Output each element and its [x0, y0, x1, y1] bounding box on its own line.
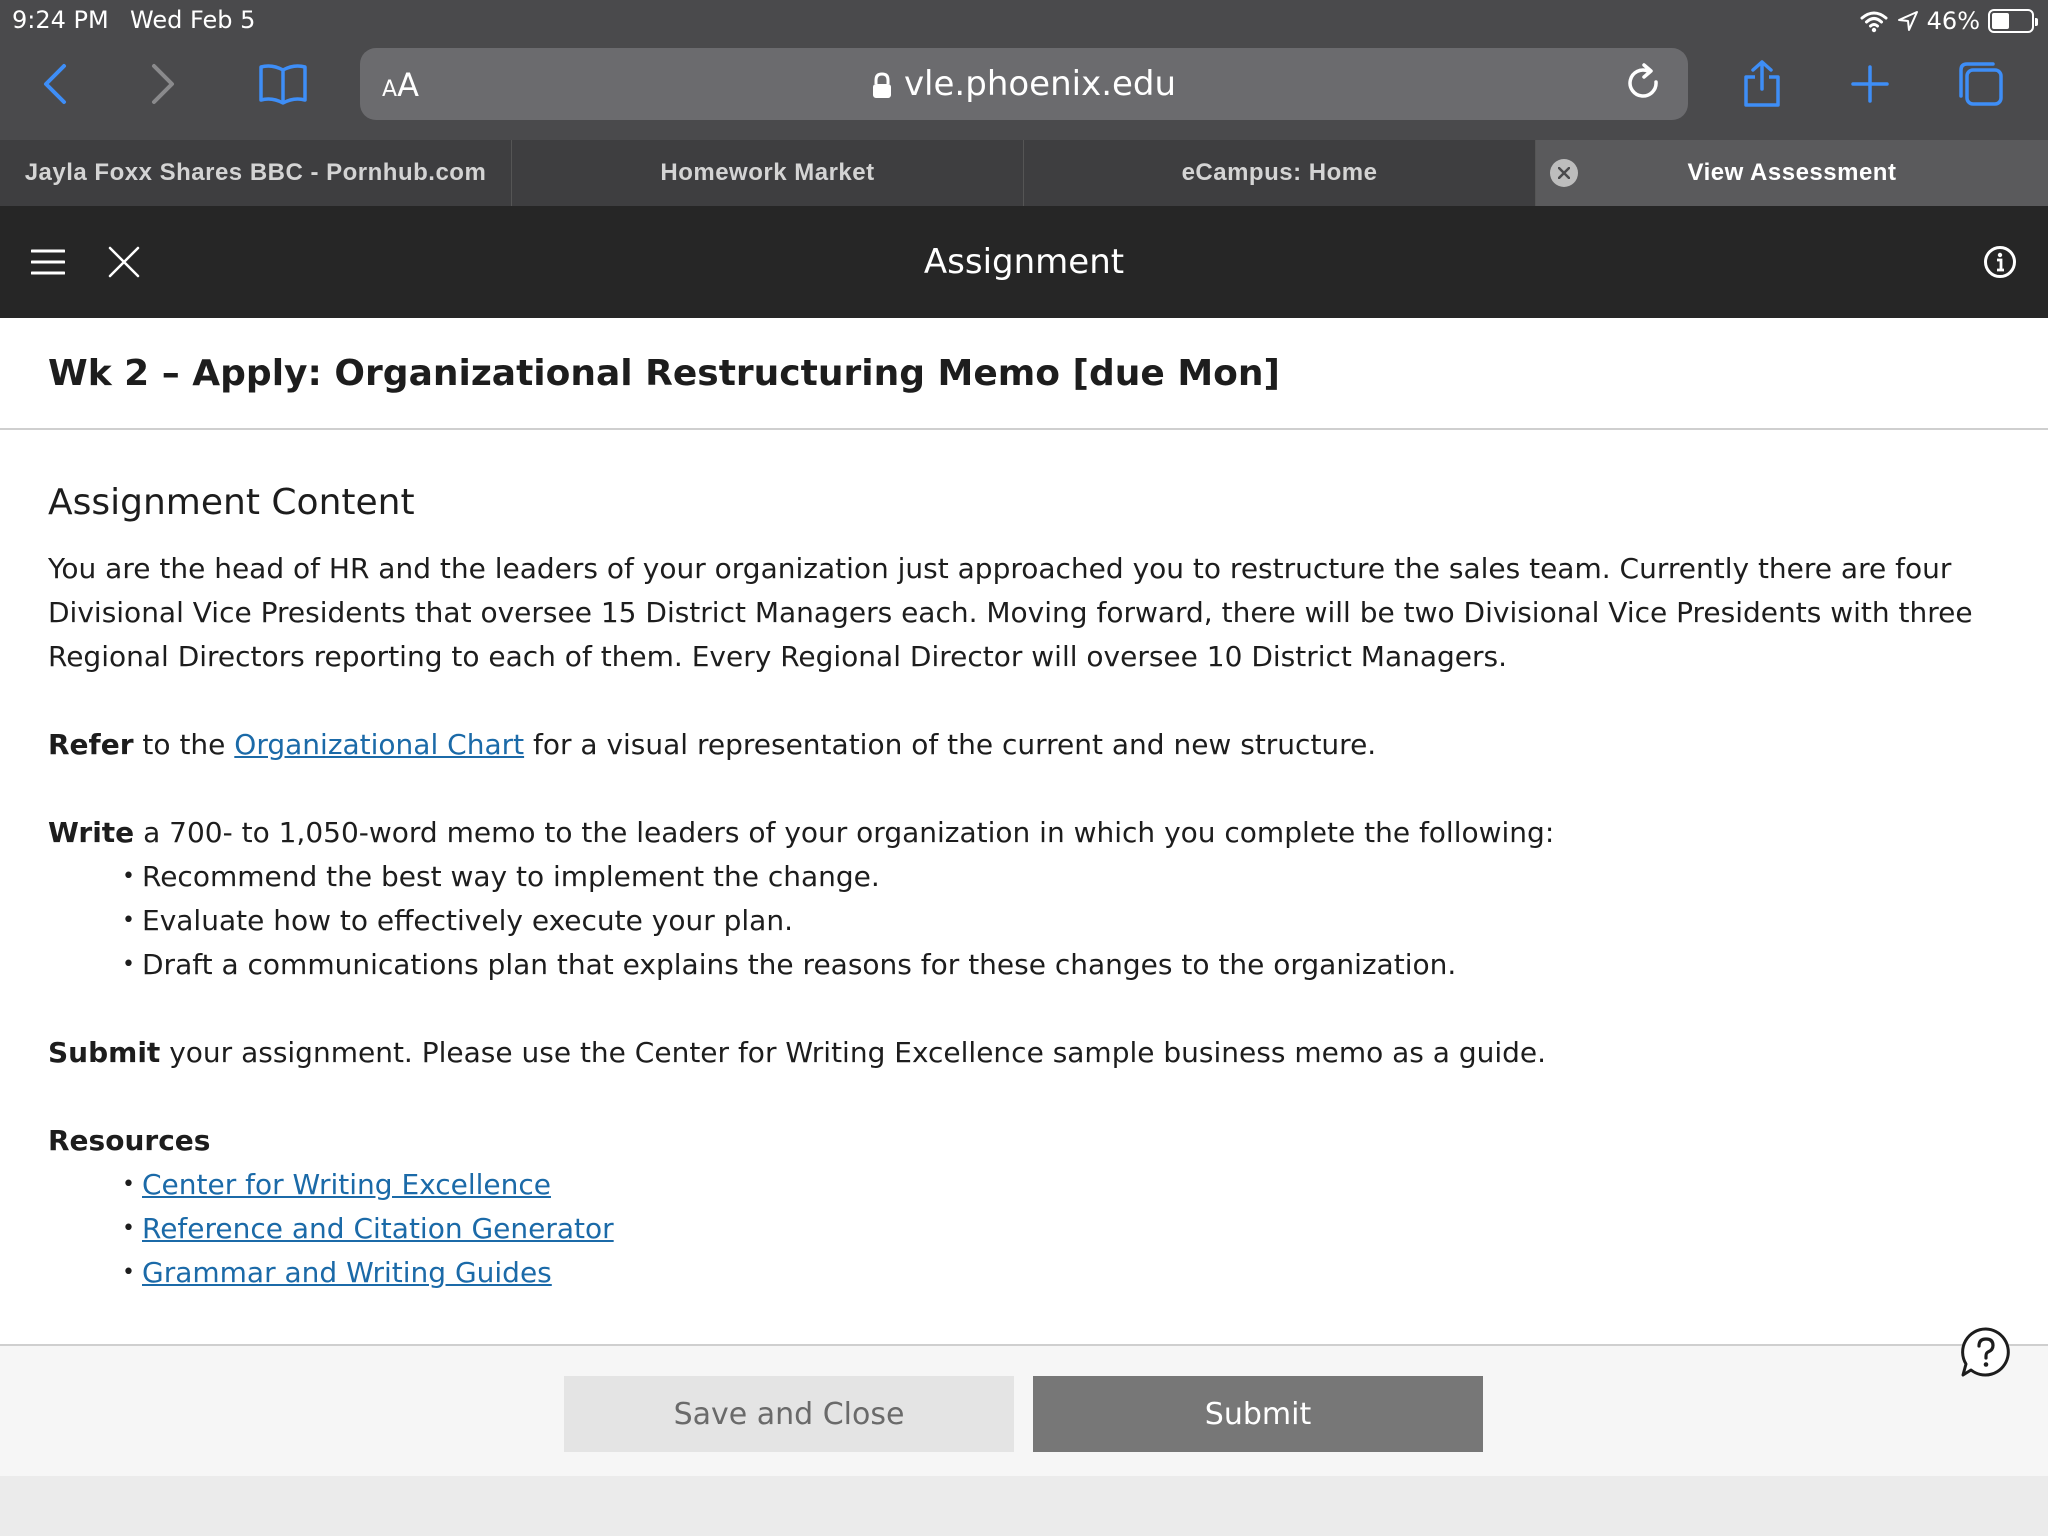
close-icon — [1558, 167, 1570, 179]
info-icon — [1984, 246, 2016, 278]
list-item: Draft a communications plan that explain… — [122, 943, 2000, 987]
tab-bar: Jayla Foxx Shares BBC - Pornhub.com Home… — [0, 140, 2048, 206]
resource-link-grammar-guides[interactable]: Grammar and Writing Guides — [142, 1256, 552, 1289]
tabs-icon — [1959, 62, 2003, 106]
submit-button[interactable]: Submit — [1033, 1376, 1483, 1452]
location-icon — [1897, 11, 1918, 31]
refer-paragraph: Refer to the Organizational Chart for a … — [48, 723, 1998, 767]
submit-text: your assignment. Please use the Center f… — [160, 1036, 1547, 1069]
tab-0[interactable]: Jayla Foxx Shares BBC - Pornhub.com — [0, 140, 512, 206]
assignment-body: Assignment Content You are the head of H… — [0, 430, 2048, 1295]
tabs-overview-button[interactable] — [1952, 56, 2008, 112]
page-bottom-area — [0, 1476, 2048, 1536]
new-tab-icon — [1851, 65, 1889, 103]
tab-label: Jayla Foxx Shares BBC - Pornhub.com — [24, 159, 487, 186]
tab-label: View Assessment — [1687, 159, 1897, 186]
tab-label: Homework Market — [660, 159, 875, 186]
list-item: Center for Writing Excellence — [122, 1163, 2000, 1207]
battery-icon — [1988, 9, 2038, 33]
intro-paragraph: You are the head of HR and the leaders o… — [48, 552, 1973, 673]
bookmarks-icon — [259, 64, 307, 105]
browser-chrome: 9:24 PM Wed Feb 5 46% AA vle.phoenix.edu — [0, 0, 2048, 140]
resources-list: Center for Writing Excellence Reference … — [122, 1163, 2000, 1295]
url-text[interactable]: vle.phoenix.edu — [360, 64, 1688, 104]
battery-percent: 46% — [1926, 7, 1980, 35]
save-and-close-button[interactable]: Save and Close — [564, 1376, 1014, 1452]
new-tab-button[interactable] — [1842, 56, 1898, 112]
back-button[interactable] — [28, 56, 84, 112]
status-right: 46% — [1859, 4, 2038, 38]
list-item: Evaluate how to effectively execute your… — [122, 899, 2000, 943]
content-heading: Assignment Content — [48, 482, 415, 523]
write-bold: Write — [48, 816, 135, 849]
resources-heading: Resources — [48, 1124, 211, 1157]
refer-bold: Refer — [48, 728, 134, 761]
reload-icon[interactable] — [1622, 62, 1666, 106]
forward-icon — [152, 64, 174, 104]
app-header: Assignment — [0, 206, 2048, 318]
write-paragraph: Write a 700- to 1,050-word memo to the l… — [48, 811, 1998, 855]
list-item: Grammar and Writing Guides — [122, 1251, 2000, 1295]
assignment-title: Wk 2 – Apply: Organizational Restructuri… — [0, 318, 2048, 430]
app-title: Assignment — [923, 242, 1125, 282]
list-item: Reference and Citation Generator — [122, 1207, 2000, 1251]
status-date: Wed Feb 5 — [130, 6, 256, 34]
refer-pre: to the — [133, 728, 235, 761]
write-bullets: Recommend the best way to implement the … — [122, 855, 2000, 987]
share-button[interactable] — [1734, 56, 1790, 112]
assignment-footer: Save and Close Submit — [0, 1327, 2048, 1476]
battery-fill — [1992, 13, 2010, 29]
submit-bold: Submit — [48, 1036, 161, 1069]
info-button[interactable] — [1974, 236, 2026, 288]
tab-3-active[interactable]: View Assessment — [1536, 140, 2048, 206]
resource-link-writing-center[interactable]: Center for Writing Excellence — [142, 1168, 551, 1201]
resource-link-citation-generator[interactable]: Reference and Citation Generator — [142, 1212, 614, 1245]
assignment-content: Wk 2 – Apply: Organizational Restructuri… — [0, 318, 2048, 1344]
status-time: 9:24 PM — [12, 6, 109, 34]
screen: 9:24 PM Wed Feb 5 46% AA vle.phoenix.edu… — [0, 0, 2048, 1536]
bookmarks-button[interactable] — [255, 56, 311, 112]
org-chart-link[interactable]: Organizational Chart — [234, 728, 524, 761]
tab-label: eCampus: Home — [1181, 159, 1378, 186]
forward-button[interactable] — [134, 56, 190, 112]
share-icon — [1744, 60, 1780, 107]
address-bar[interactable]: AA vle.phoenix.edu — [360, 48, 1688, 120]
back-icon — [44, 64, 66, 104]
refer-post: for a visual representation of the curre… — [524, 728, 1377, 761]
tab-2[interactable]: eCampus: Home — [1024, 140, 1536, 206]
wifi-icon — [1860, 11, 1888, 33]
url-label: vle.phoenix.edu — [903, 64, 1177, 104]
tab-1[interactable]: Homework Market — [512, 140, 1024, 206]
lock-icon — [872, 71, 891, 98]
submit-paragraph: Submit your assignment. Please use the C… — [48, 1031, 1998, 1075]
write-text: a 700- to 1,050-word memo to the leaders… — [134, 816, 1555, 849]
list-item: Recommend the best way to implement the … — [122, 855, 2000, 899]
tab-close-button[interactable] — [1550, 159, 1578, 187]
help-icon[interactable] — [1960, 1326, 2012, 1378]
